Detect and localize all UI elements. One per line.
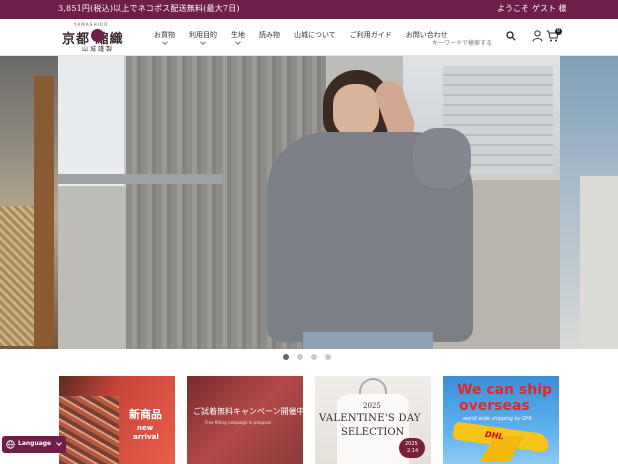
valentines-banner[interactable]: 2025 VALENTINE'S DAY SELECTION 2025 2.14	[315, 376, 431, 464]
nav-item-label: 読み物	[259, 31, 280, 39]
user-icon[interactable]	[532, 30, 543, 42]
banner-subtitle: new	[137, 424, 154, 432]
logo-subtitle: 山城謹製	[82, 46, 115, 53]
search-icon[interactable]	[506, 31, 516, 41]
language-selector[interactable]: Language	[2, 436, 66, 453]
search-box	[432, 30, 520, 51]
next-slide-peek[interactable]	[560, 56, 618, 349]
carousel-dot-4[interactable]	[325, 354, 331, 360]
banner-title: 新商品	[129, 408, 162, 421]
banner-title-line2: overseas	[459, 398, 530, 414]
nav-item-reading[interactable]: 読み物	[259, 30, 280, 48]
nav-item-label: 山城について	[294, 31, 336, 39]
carousel-dot-3[interactable]	[311, 354, 317, 360]
logo-tagline: YAMASHIRO	[74, 22, 109, 27]
banner-subtitle: world wide shipping by DHL	[463, 416, 533, 422]
nav-item-label: 生地	[231, 31, 245, 39]
nav-item-shopping[interactable]: お買物	[154, 30, 175, 48]
overseas-shipping-banner[interactable]: We can ship overseas world wide shipping…	[443, 376, 559, 464]
language-label: Language	[18, 440, 52, 447]
banner-title: ご試着無料キャンペーン開催中	[193, 407, 303, 416]
chevron-down-icon	[200, 39, 206, 45]
nav-item-label: 利用目的	[189, 31, 217, 39]
logo-crest-icon	[91, 29, 104, 42]
site-logo[interactable]: YAMASHIRO 京都 縮織 山城謹製	[60, 22, 140, 54]
nav-item-fabric[interactable]: 生地	[231, 30, 245, 48]
new-arrival-banner[interactable]: 新商品 new arrival	[59, 376, 175, 464]
free-fitting-banner[interactable]: ご試着無料キャンペーン開催中 Free fitting campaign in …	[187, 376, 303, 464]
banner-title: We can ship	[457, 382, 553, 398]
banner-subtitle: arrival	[133, 433, 159, 441]
banner-subtitle: SELECTION	[341, 427, 405, 438]
banner-title: VALENTINE'S DAY	[319, 413, 421, 424]
hero-carousel[interactable]	[0, 56, 618, 349]
chevron-down-icon	[56, 440, 62, 446]
previous-slide-peek[interactable]	[0, 56, 58, 349]
banner-subtitle: Free fitting campaign in progress	[205, 420, 272, 425]
cart-count-badge: 0	[555, 28, 562, 35]
nav-item-guide[interactable]: ご利用ガイド	[350, 30, 392, 48]
heart-date: 2.14	[407, 448, 419, 454]
carousel-pagination	[283, 354, 331, 361]
carousel-dot-2[interactable]	[297, 354, 303, 360]
chevron-down-icon	[161, 39, 168, 45]
site-header: YAMASHIRO 京都 縮織 山城謹製 お買物 利用目的 生地 読み物 山城に…	[0, 19, 618, 56]
nav-item-purpose[interactable]: 利用目的	[189, 30, 217, 48]
heart-year: 2025	[405, 441, 418, 447]
welcome-text: ようこそ	[497, 4, 529, 13]
model-photo	[263, 70, 473, 349]
banner-year: 2025	[363, 402, 381, 410]
carousel-dot-1[interactable]	[283, 354, 289, 360]
hero-slide-image[interactable]	[58, 56, 560, 349]
search-input[interactable]	[432, 36, 508, 51]
nav-item-about[interactable]: 山城について	[294, 30, 336, 48]
main-nav: お買物 利用目的 生地 読み物 山城について ご利用ガイド お問い合わせ	[154, 30, 462, 48]
nav-item-label: ご利用ガイド	[349, 31, 392, 39]
shipping-promo-text[interactable]: 3,851円(税込)以上でネコポス配送無料(最大7日)	[58, 3, 240, 14]
guest-name: ゲスト 様	[532, 4, 567, 13]
announcement-bar: 3,851円(税込)以上でネコポス配送無料(最大7日) ようこそ ゲスト 様	[0, 0, 618, 19]
chevron-down-icon	[235, 39, 241, 45]
globe-icon	[6, 440, 15, 449]
